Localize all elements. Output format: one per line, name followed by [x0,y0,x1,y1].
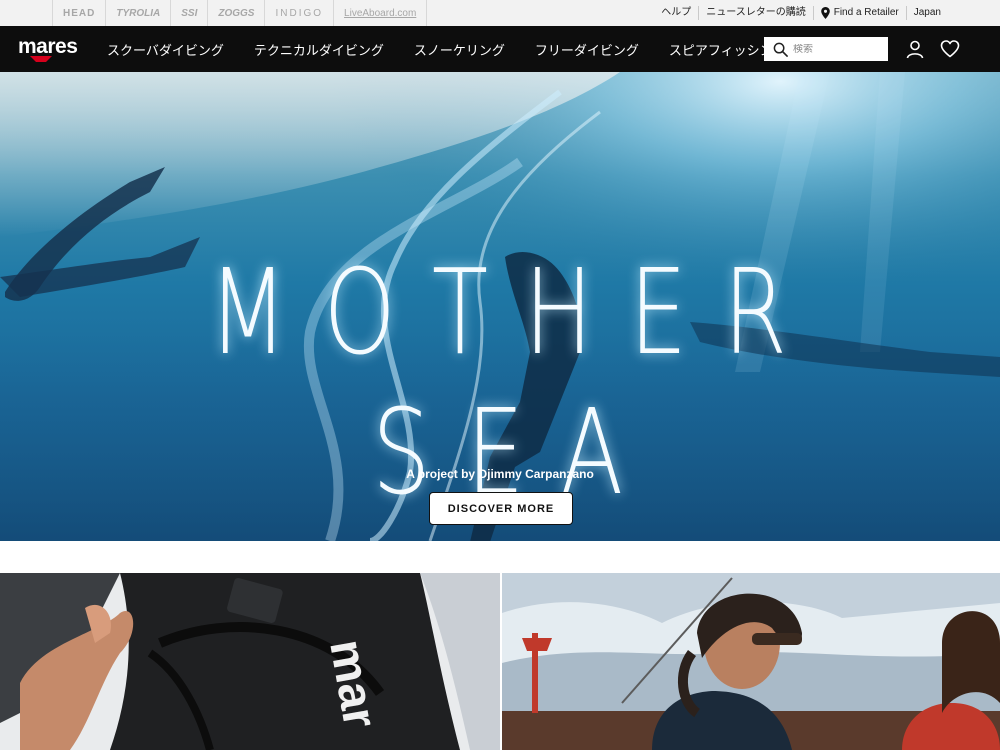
discover-more-button[interactable]: DISCOVER MORE [429,492,573,525]
brand-list: HEAD TYROLIA SSI ZOGGS INDIGO LiveAboard… [52,0,428,26]
user-icon[interactable] [905,39,925,59]
main-nav: mares スクーバダイビング テクニカルダイビング スノーケリング フリーダイ… [0,26,1000,72]
help-link[interactable]: ヘルプ [654,6,698,20]
menu-freediving[interactable]: フリーダイビング [520,40,654,59]
zoggs-logo[interactable]: ZOGGS [207,0,264,26]
menu-scuba-diving[interactable]: スクーバダイビング [92,40,239,59]
promo-tile-scuba-bcd[interactable]: mar [0,573,500,750]
menu-snorkeling[interactable]: スノーケリング [399,40,520,59]
hero-banner[interactable]: MOTHER SEA A project by Djimmy Carpanzan… [0,72,1000,541]
scuba-gear-image: mar [0,573,500,750]
liveaboard-logo[interactable]: LiveAboard.com [333,0,428,26]
search-input[interactable] [793,43,881,55]
search-box[interactable] [764,37,888,61]
country-selector[interactable]: Japan [905,6,948,20]
utility-links: ヘルプ ニュースレターの購読 Find a Retailer Japan [654,0,948,26]
menu-technical-diving[interactable]: テクニカルダイビング [239,40,399,59]
logo-text: mares [18,35,78,58]
divers-on-boat-image [502,573,1000,750]
newsletter-link[interactable]: ニュースレターの購読 [698,6,813,20]
search-icon[interactable] [773,42,788,57]
logo-swoosh-icon [30,56,52,62]
ssi-logo[interactable]: SSI [170,0,207,26]
find-retailer-label: Find a Retailer [833,7,899,18]
category-menu: スクーバダイビング テクニカルダイビング スノーケリング フリーダイビング スピ… [92,26,788,72]
head-logo[interactable]: HEAD [52,0,105,26]
map-pin-icon [820,7,830,19]
tyrolia-logo[interactable]: TYROLIA [105,0,170,26]
promo-tile-divers-boat[interactable] [502,573,1000,750]
heart-icon[interactable] [940,39,960,59]
mares-logo[interactable]: mares [18,35,78,62]
find-retailer-link[interactable]: Find a Retailer [812,6,906,20]
brand-bar: HEAD TYROLIA SSI ZOGGS INDIGO LiveAboard… [0,0,1000,27]
indigo-logo[interactable]: INDIGO [264,0,333,26]
hero-subtitle: A project by Djimmy Carpanzano [406,467,594,481]
